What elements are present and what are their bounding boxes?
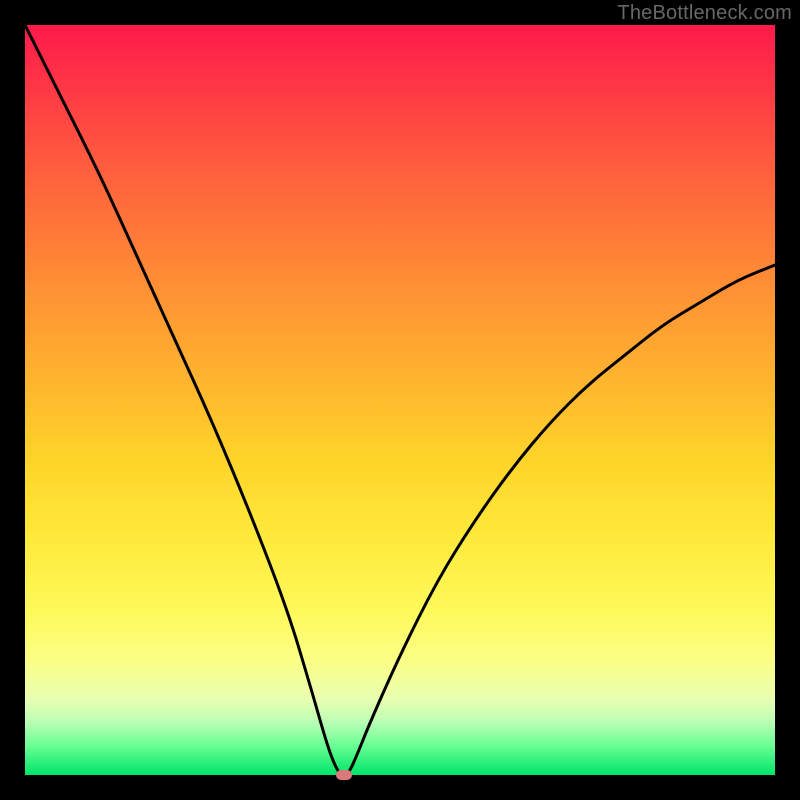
- watermark-text: TheBottleneck.com: [617, 2, 792, 25]
- minimum-marker: [336, 770, 352, 780]
- chart-frame: TheBottleneck.com: [0, 0, 800, 800]
- plot-area: [25, 25, 775, 775]
- bottleneck-curve: [25, 25, 775, 775]
